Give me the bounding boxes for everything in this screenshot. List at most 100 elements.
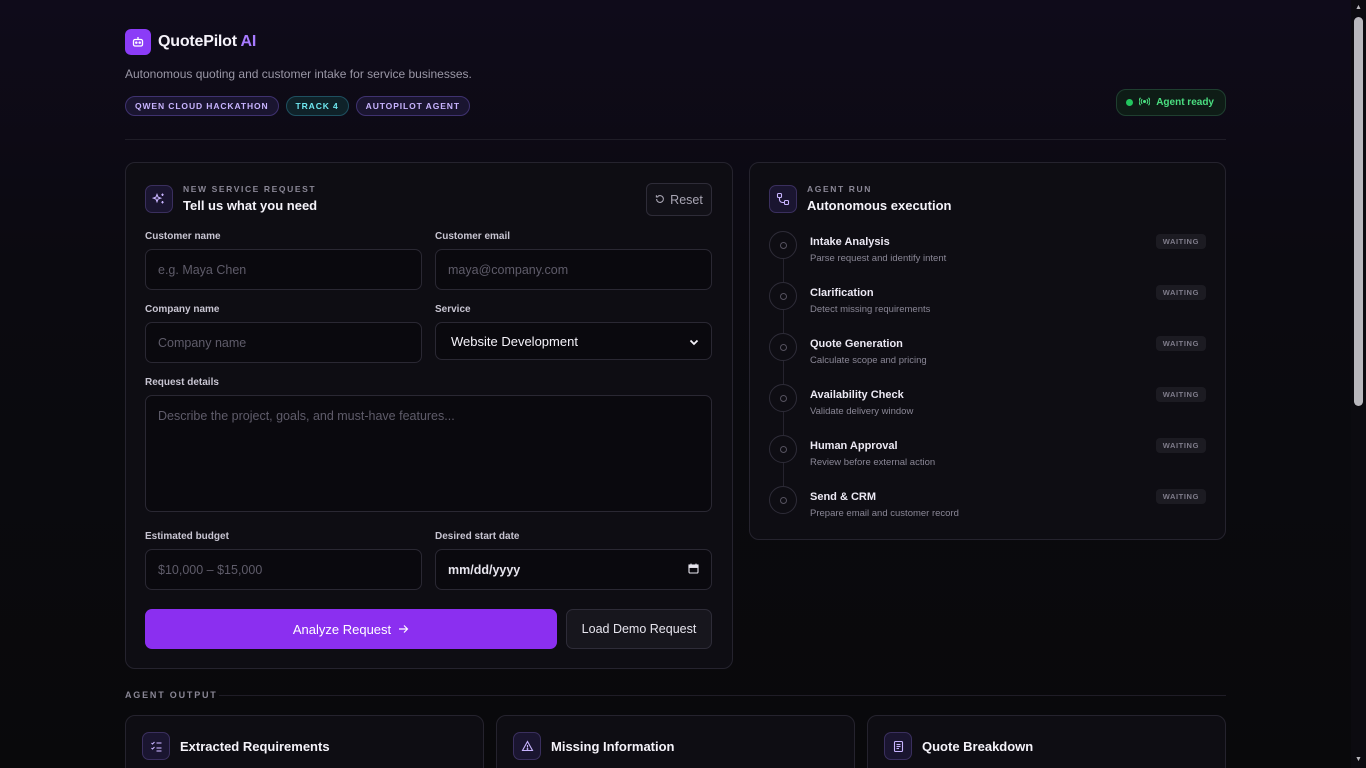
service-label: Service xyxy=(435,304,471,315)
step-desc: Detect missing requirements xyxy=(810,304,931,315)
customer-email-label: Customer email xyxy=(435,231,511,242)
status-text: Agent ready xyxy=(1156,97,1214,108)
budget-label: Estimated budget xyxy=(145,531,229,542)
budget-field: Estimated budget $10,000 – $15,000 xyxy=(145,531,422,590)
robot-icon xyxy=(125,29,151,55)
agent-run-header: AGENT RUN Autonomous execution xyxy=(769,184,951,213)
step-name: Clarification xyxy=(810,287,874,299)
missing-information-card: Missing Information xyxy=(496,715,855,768)
company-name-field: Company name Company name xyxy=(145,304,422,363)
app-title-main: QuotePilot xyxy=(158,33,237,50)
missing-information-header: Missing Information xyxy=(513,732,675,760)
step-node-icon xyxy=(769,333,797,361)
customer-email-input[interactable]: maya@company.com xyxy=(435,249,712,290)
step-desc: Calculate scope and pricing xyxy=(810,355,927,366)
step-node-icon xyxy=(769,231,797,259)
start-date-input[interactable]: mm/dd/yyyy xyxy=(435,549,712,590)
step-name: Send & CRM xyxy=(810,491,876,503)
step-status-badge: WAITING xyxy=(1155,336,1206,351)
step-status-badge: WAITING xyxy=(1155,387,1206,402)
budget-input[interactable]: $10,000 – $15,000 xyxy=(145,549,422,590)
step-name: Intake Analysis xyxy=(810,236,890,248)
step-connector xyxy=(782,412,784,435)
start-date-field: Desired start date mm/dd/yyyy xyxy=(435,531,712,590)
request-details-label: Request details xyxy=(145,377,219,388)
load-demo-request-button[interactable]: Load Demo Request xyxy=(566,609,712,649)
receipt-icon xyxy=(884,732,912,760)
workflow-icon xyxy=(769,184,797,213)
step-send-crm: Send & CRM Prepare email and customer re… xyxy=(769,486,1206,537)
step-name: Availability Check xyxy=(810,389,904,401)
reset-label: Reset xyxy=(670,192,703,207)
agent-run-eyebrow: AGENT RUN xyxy=(807,184,872,194)
company-name-label: Company name xyxy=(145,304,220,315)
step-node-icon xyxy=(769,435,797,463)
extracted-requirements-title: Extracted Requirements xyxy=(180,738,330,754)
scroll-up-arrow-icon[interactable]: ▲ xyxy=(1354,3,1363,13)
step-name: Human Approval xyxy=(810,440,898,452)
scrollbar-thumb[interactable] xyxy=(1354,17,1363,406)
quote-breakdown-title: Quote Breakdown xyxy=(922,738,1034,754)
analyze-request-label: Analyze Request xyxy=(292,621,392,637)
agent-step-list: Intake Analysis Parse request and identi… xyxy=(769,231,1206,537)
customer-name-label: Customer name xyxy=(145,231,221,242)
step-node-icon xyxy=(769,282,797,310)
step-connector xyxy=(782,259,784,282)
request-details-textarea[interactable]: Describe the project, goals, and must-ha… xyxy=(145,395,712,512)
tagline: Autonomous quoting and customer intake f… xyxy=(125,67,472,81)
agent-status-badge: Agent ready xyxy=(1116,89,1226,116)
badge-row: QWEN CLOUD HACKATHON TRACK 4 AUTOPILOT A… xyxy=(125,96,470,116)
step-human-approval: Human Approval Review before external ac… xyxy=(769,435,1206,486)
calendar-icon[interactable] xyxy=(688,563,699,577)
step-desc: Validate delivery window xyxy=(810,406,914,417)
step-status-badge: WAITING xyxy=(1155,234,1206,249)
rotate-ccw-icon xyxy=(655,193,665,207)
warning-icon xyxy=(513,732,541,760)
form-header: NEW SERVICE REQUEST Tell us what you nee… xyxy=(145,184,317,213)
app-title: QuotePilot AI xyxy=(158,33,256,51)
form-title: Tell us what you need xyxy=(183,198,318,213)
step-name: Quote Generation xyxy=(810,338,903,350)
step-intake-analysis: Intake Analysis Parse request and identi… xyxy=(769,231,1206,282)
missing-information-title: Missing Information xyxy=(551,738,675,754)
analyze-request-button[interactable]: Analyze Request xyxy=(145,609,557,649)
step-clarification: Clarification Detect missing requirement… xyxy=(769,282,1206,333)
page-scrollbar[interactable]: ▲ ▼ xyxy=(1351,0,1366,768)
step-desc: Parse request and identify intent xyxy=(810,253,947,264)
agent-output-divider xyxy=(219,695,1226,696)
service-selected-value: Website Development xyxy=(451,333,578,349)
step-desc: Review before external action xyxy=(810,457,936,468)
service-select[interactable]: Website Development xyxy=(435,322,712,360)
reset-button[interactable]: Reset xyxy=(646,183,712,216)
scroll-down-arrow-icon[interactable]: ▼ xyxy=(1354,755,1363,765)
app-title-accent: AI xyxy=(240,33,257,50)
list-check-icon xyxy=(142,732,170,760)
step-node-icon xyxy=(769,384,797,412)
badge-track: TRACK 4 xyxy=(285,96,349,116)
step-quote-generation: Quote Generation Calculate scope and pri… xyxy=(769,333,1206,384)
step-status-badge: WAITING xyxy=(1155,438,1206,453)
quote-breakdown-card: Quote Breakdown xyxy=(867,715,1226,768)
step-status-badge: WAITING xyxy=(1155,489,1206,504)
customer-name-field: Customer name e.g. Maya Chen xyxy=(145,231,422,290)
service-request-form: NEW SERVICE REQUEST Tell us what you nee… xyxy=(125,162,733,669)
broadcast-icon xyxy=(1138,96,1151,109)
agent-output-label: AGENT OUTPUT xyxy=(125,690,218,700)
extracted-requirements-header: Extracted Requirements xyxy=(142,732,330,760)
company-name-input[interactable]: Company name xyxy=(145,322,422,363)
step-node-icon xyxy=(769,486,797,514)
start-date-placeholder: mm/dd/yyyy xyxy=(448,562,521,577)
status-dot xyxy=(1126,99,1134,106)
customer-name-input[interactable]: e.g. Maya Chen xyxy=(145,249,422,290)
agent-run-panel: AGENT RUN Autonomous execution Intake An… xyxy=(749,162,1226,540)
arrow-right-icon xyxy=(398,622,409,637)
customer-email-field: Customer email maya@company.com xyxy=(435,231,712,290)
step-connector xyxy=(782,310,784,333)
agent-run-title: Autonomous execution xyxy=(807,198,952,213)
chevron-down-icon xyxy=(689,334,699,349)
header-divider xyxy=(125,139,1226,140)
step-status-badge: WAITING xyxy=(1155,285,1206,300)
sparkles-icon xyxy=(145,184,173,213)
form-eyebrow: NEW SERVICE REQUEST xyxy=(183,184,317,194)
quote-breakdown-header: Quote Breakdown xyxy=(884,732,1033,760)
